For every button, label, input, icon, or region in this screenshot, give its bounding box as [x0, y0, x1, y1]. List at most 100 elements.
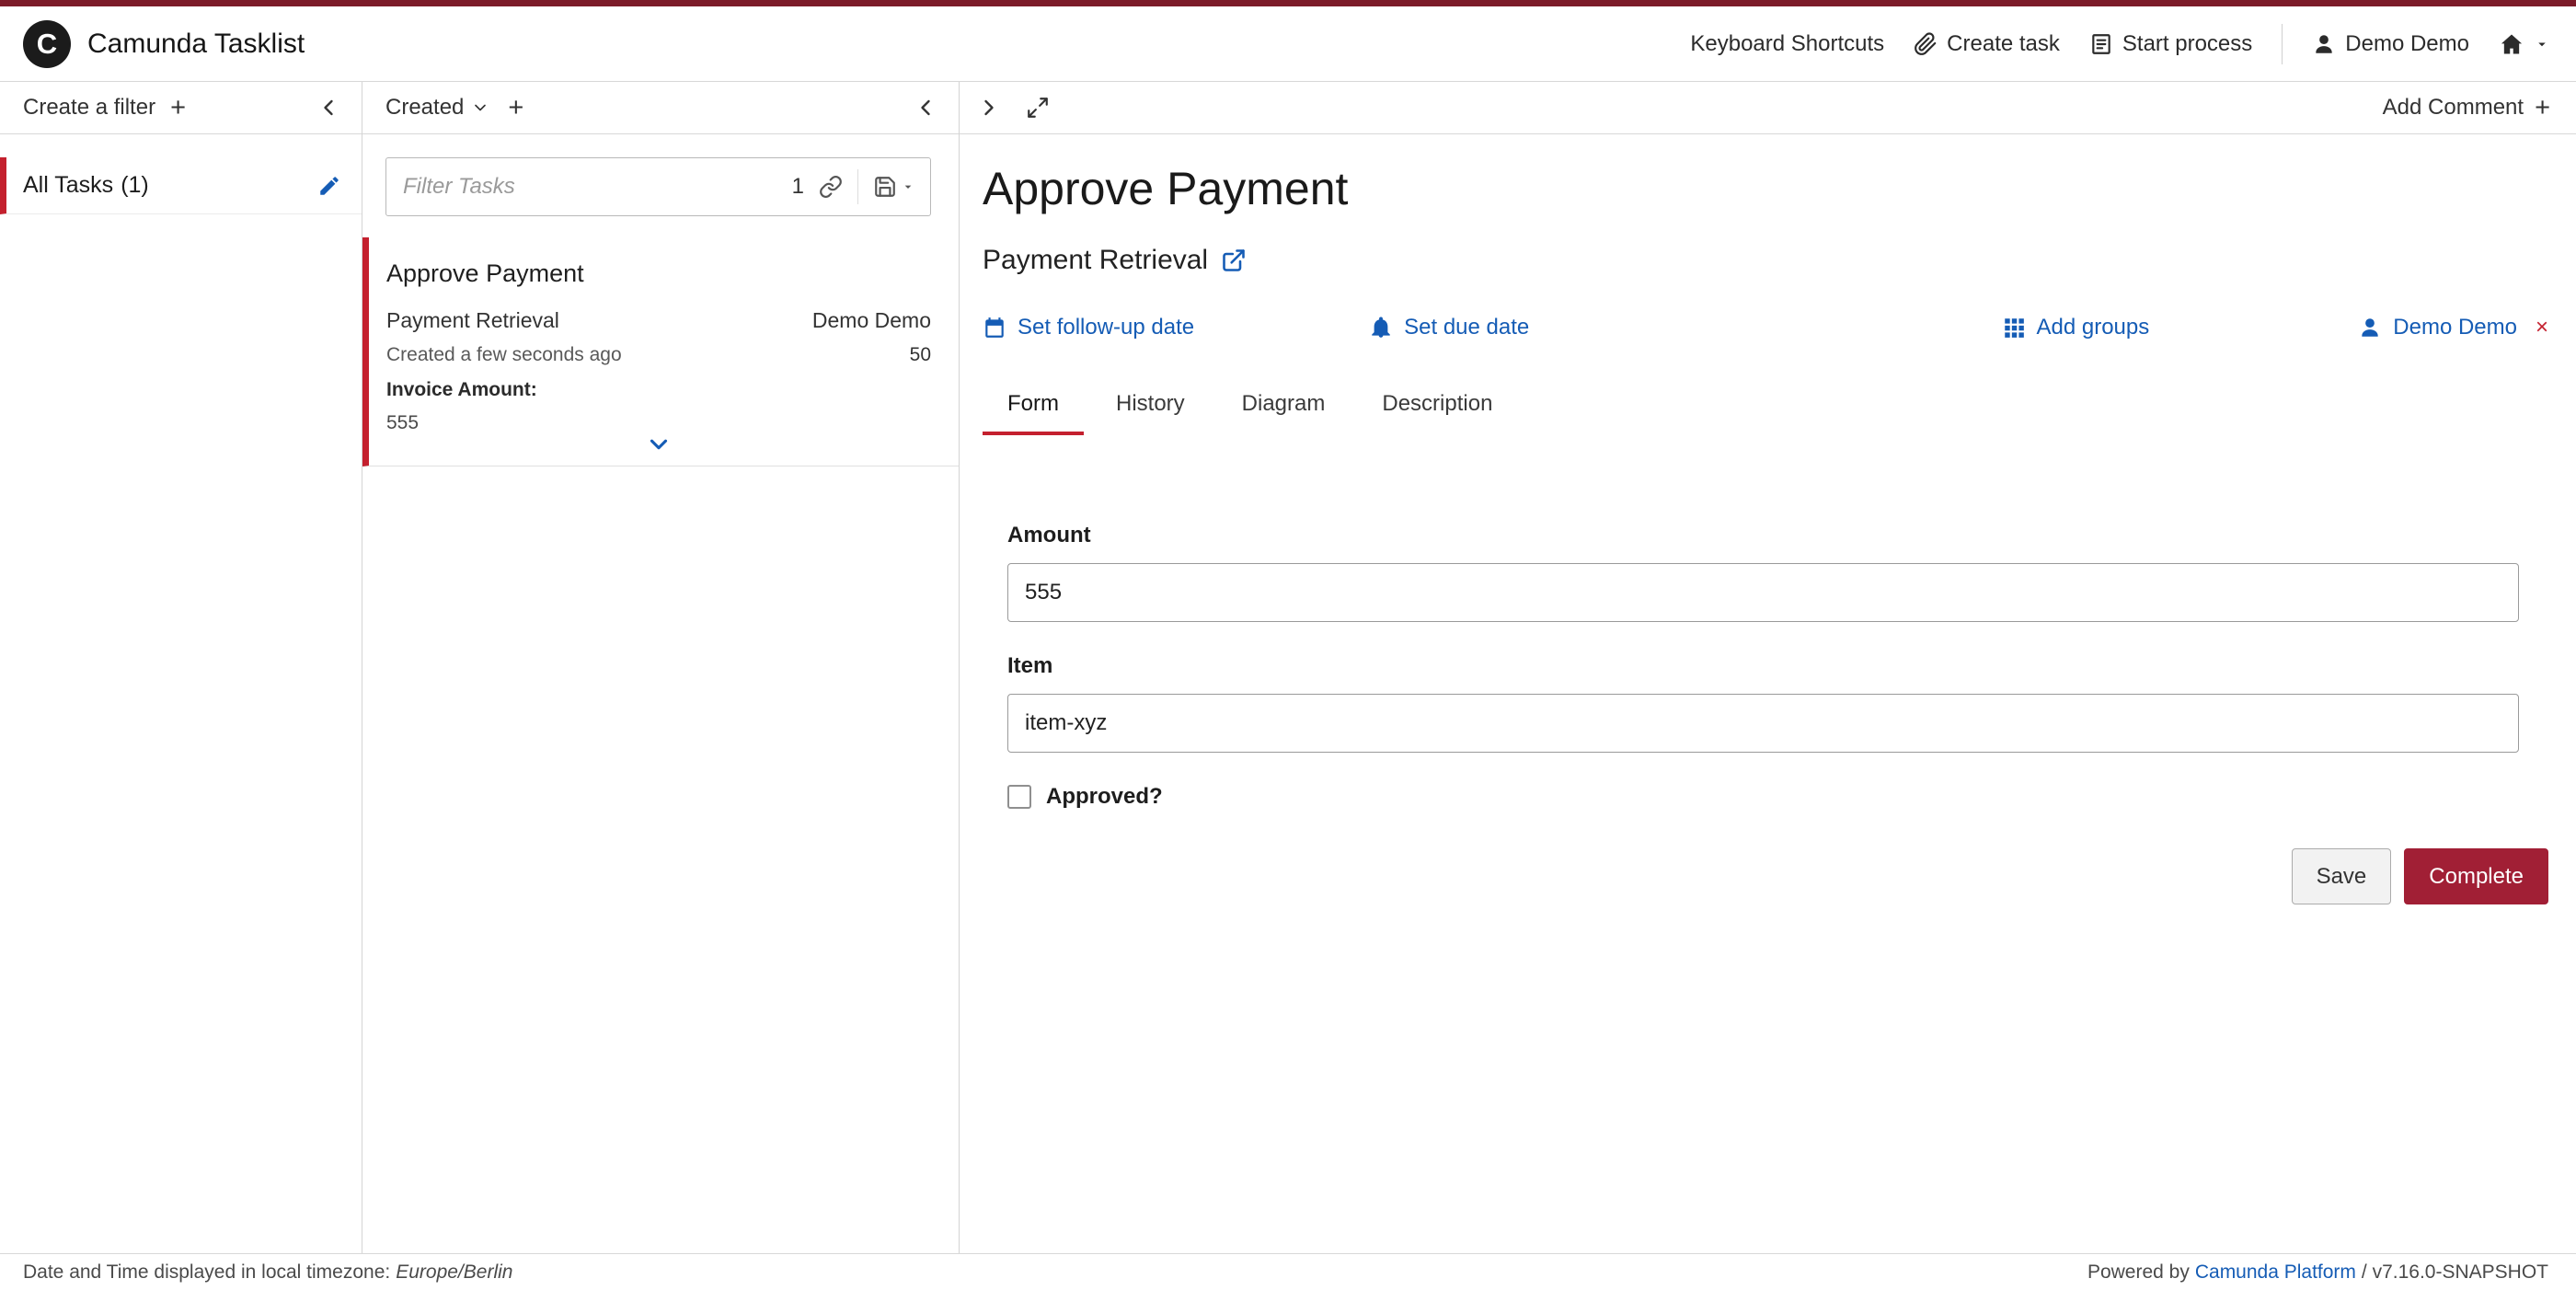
add-groups-label: Add groups: [2037, 315, 2150, 340]
amount-input[interactable]: [1007, 563, 2519, 622]
detail-tabs: Form History Diagram Description: [983, 391, 2548, 435]
detail-header: Add Comment +: [960, 82, 2576, 134]
caret-down-icon: [901, 179, 915, 194]
task-search-box: 1: [385, 157, 931, 216]
home-icon: [2499, 31, 2524, 57]
task-list-item[interactable]: Approve Payment Payment Retrieval Demo D…: [362, 237, 959, 466]
version-info: Powered byCamunda Platform / v7.16.0-SNAP…: [2087, 1261, 2548, 1284]
set-due-date-label: Set due date: [1404, 315, 1529, 340]
timezone-prefix: Date and Time displayed in local timezon…: [23, 1261, 390, 1283]
all-tasks-label: All Tasks: [23, 172, 113, 199]
powered-by-label: Powered by: [2087, 1261, 2190, 1283]
add-sort-plus-icon[interactable]: +: [508, 95, 523, 121]
all-tasks-count: (1): [121, 172, 149, 199]
page-title: Approve Payment: [983, 162, 2548, 215]
task-created-time: Created a few seconds ago: [386, 344, 622, 366]
task-detail-panel: Add Comment + Approve Payment Payment Re…: [960, 82, 2576, 1253]
app-title: Camunda Tasklist: [87, 29, 305, 60]
task-title: Approve Payment: [386, 259, 931, 288]
add-groups-link[interactable]: Add groups: [2002, 315, 2150, 340]
assignee-chip[interactable]: Demo Demo ×: [2358, 315, 2548, 340]
approved-checkbox[interactable]: [1007, 785, 1031, 809]
groups-grid-icon: [2002, 316, 2026, 340]
timezone-value: Europe/Berlin: [396, 1261, 512, 1283]
create-filter-plus-icon[interactable]: +: [170, 95, 186, 121]
sort-dropdown[interactable]: Created: [385, 95, 489, 121]
item-input[interactable]: [1007, 694, 2519, 753]
top-bar: C Camunda Tasklist Keyboard Shortcuts Cr…: [0, 0, 2576, 82]
footer: Date and Time displayed in local timezon…: [0, 1253, 2576, 1290]
keyboard-shortcuts-link[interactable]: Keyboard Shortcuts: [1690, 31, 1884, 57]
home-menu[interactable]: [2499, 31, 2550, 57]
set-follow-up-date-label: Set follow-up date: [1018, 315, 1194, 340]
person-icon: [2312, 32, 2336, 56]
camunda-logo-icon: C: [23, 20, 71, 68]
user-menu[interactable]: Demo Demo: [2312, 31, 2469, 57]
set-due-date-link[interactable]: Set due date: [1369, 315, 1529, 340]
search-divider: [857, 169, 858, 204]
filters-panel: Create a filter + All Tasks (1): [0, 82, 362, 1253]
complete-button[interactable]: Complete: [2404, 848, 2548, 904]
task-search-area: 1: [362, 134, 959, 237]
task-assignee: Demo Demo: [812, 308, 931, 333]
task-variable-label: Invoice Amount:: [386, 379, 931, 401]
process-definition-name: Payment Retrieval: [983, 245, 1208, 276]
task-meta-row: Payment Retrieval Demo Demo: [386, 308, 931, 333]
detail-body: Approve Payment Payment Retrieval Set fo…: [960, 134, 2576, 1253]
paperclip-icon: [1914, 32, 1938, 56]
add-comment-plus-icon: +: [2535, 95, 2550, 121]
create-task-button[interactable]: Create task: [1914, 31, 2060, 57]
tab-description[interactable]: Description: [1357, 391, 1517, 435]
main-columns: Create a filter + All Tasks (1) Created …: [0, 82, 2576, 1253]
task-form: Amount Item Approved?: [1007, 523, 2519, 810]
collapse-detail-icon[interactable]: [976, 95, 1002, 121]
filter-all-tasks[interactable]: All Tasks (1): [0, 157, 362, 214]
task-process-name: Payment Retrieval: [386, 308, 559, 333]
collapse-tasks-icon[interactable]: [913, 95, 938, 121]
chevron-down-icon: [471, 98, 489, 117]
start-process-label: Start process: [2122, 31, 2252, 57]
create-filter-label[interactable]: Create a filter: [23, 95, 155, 121]
save-search-button[interactable]: [873, 175, 915, 199]
tab-diagram[interactable]: Diagram: [1217, 391, 1351, 435]
timezone-info: Date and Time displayed in local timezon…: [23, 1261, 512, 1284]
process-form-icon: [2089, 32, 2113, 56]
form-buttons: Save Complete: [983, 848, 2548, 904]
maximize-icon[interactable]: [1026, 96, 1050, 120]
add-comment-label: Add Comment: [2383, 95, 2524, 121]
filter-tasks-input[interactable]: [403, 174, 777, 200]
tasks-panel: Created + 1 Approv: [362, 82, 960, 1253]
top-menu: Keyboard Shortcuts Create task Start pro…: [1690, 24, 2550, 64]
create-task-label: Create task: [1947, 31, 2060, 57]
keyboard-shortcuts-label: Keyboard Shortcuts: [1690, 31, 1884, 57]
tab-form[interactable]: Form: [983, 391, 1084, 435]
external-link-icon[interactable]: [1221, 248, 1247, 273]
tasks-panel-header: Created +: [362, 82, 959, 134]
item-label: Item: [1007, 653, 2519, 679]
expand-task-card-icon[interactable]: [386, 431, 931, 458]
menu-divider: [2282, 24, 2283, 64]
remove-assignee-icon[interactable]: ×: [2536, 317, 2548, 339]
collapse-filters-icon[interactable]: [316, 95, 341, 121]
bell-icon: [1369, 316, 1393, 340]
item-field: Item: [1007, 653, 2519, 753]
approved-field: Approved?: [1007, 784, 2519, 810]
tab-history[interactable]: History: [1091, 391, 1210, 435]
version-label: / v7.16.0-SNAPSHOT: [2362, 1261, 2548, 1283]
add-comment-button[interactable]: Add Comment +: [2383, 95, 2550, 121]
start-process-button[interactable]: Start process: [2089, 31, 2252, 57]
caret-down-icon: [2534, 36, 2550, 52]
assignee-name: Demo Demo: [2393, 315, 2517, 340]
calendar-icon: [983, 316, 1006, 340]
edit-filter-icon[interactable]: [317, 174, 341, 198]
set-follow-up-date-link[interactable]: Set follow-up date: [983, 315, 1194, 340]
save-disk-icon: [873, 175, 897, 199]
save-button[interactable]: Save: [2292, 848, 2392, 904]
sort-label: Created: [385, 95, 464, 121]
copy-link-icon[interactable]: [819, 175, 843, 199]
camunda-platform-link[interactable]: Camunda Platform: [2195, 1261, 2356, 1283]
task-result-count: 1: [792, 174, 804, 200]
task-priority: 50: [910, 344, 931, 366]
process-definition-row: Payment Retrieval: [983, 245, 2548, 276]
person-icon: [2358, 316, 2382, 340]
